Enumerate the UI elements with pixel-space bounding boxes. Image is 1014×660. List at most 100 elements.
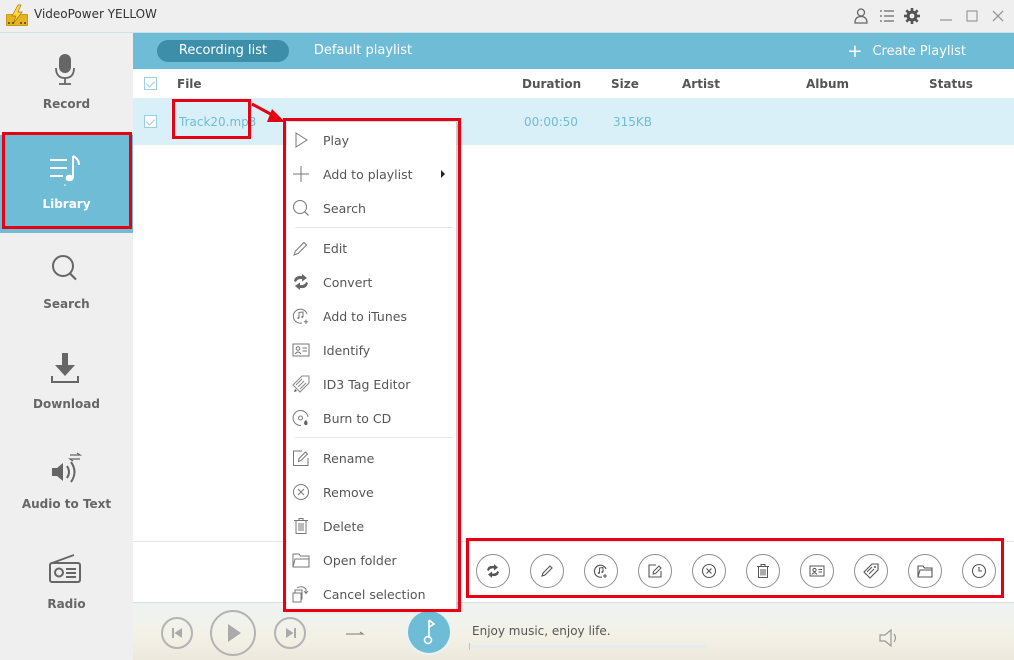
radio-icon <box>49 554 81 583</box>
menu-item-search[interactable]: Search <box>287 191 457 225</box>
column-header-album[interactable]: Album <box>806 77 849 91</box>
edit-button[interactable] <box>530 554 564 588</box>
menu-item-open-folder[interactable]: Open folder <box>287 543 457 577</box>
trash-icon <box>757 564 769 578</box>
menu-item-id3-tag-editor[interactable]: ID3 Tag Editor <box>287 367 457 401</box>
user-icon[interactable] <box>852 7 870 25</box>
identify-button[interactable] <box>800 554 834 588</box>
previous-track-button[interactable] <box>161 617 193 649</box>
menu-item-label: Open folder <box>323 553 397 568</box>
rename-button[interactable] <box>638 554 672 588</box>
microphone-icon <box>55 54 75 85</box>
menu-item-remove[interactable]: Remove <box>287 475 457 509</box>
column-header-artist[interactable]: Artist <box>682 77 720 91</box>
pencil-icon <box>293 241 308 256</box>
sidebar-item-search[interactable]: Search <box>0 235 133 333</box>
file-name[interactable]: Track20.mp3 <box>179 115 256 129</box>
itunes-icon <box>593 564 607 578</box>
player-tagline: Enjoy music, enjoy life. <box>472 624 611 638</box>
sidebar-item-radio[interactable]: Radio <box>0 535 133 633</box>
menu-item-label: Delete <box>323 519 365 534</box>
file-size: 315KB <box>613 115 653 129</box>
column-header-size[interactable]: Size <box>611 77 639 91</box>
sidebar-item-download[interactable]: Download <box>0 335 133 433</box>
sidebar-item-record[interactable]: Record <box>0 35 133 133</box>
select-all-checkbox[interactable] <box>144 77 157 90</box>
maximize-icon[interactable] <box>963 7 981 25</box>
menu-item-cancel-selection[interactable]: Cancel selection <box>287 577 457 611</box>
playback-progress-bar[interactable] <box>469 643 707 650</box>
search-icon <box>52 255 77 281</box>
volume-icon[interactable] <box>878 629 902 647</box>
burn-cd-icon <box>292 410 309 427</box>
id3-tag-editor-button[interactable] <box>854 554 888 588</box>
sidebar-item-label: Download <box>33 397 100 411</box>
sidebar-item-label: Library <box>42 197 91 211</box>
minimize-icon[interactable] <box>937 7 955 25</box>
remove-icon <box>293 484 309 500</box>
sidebar-item-label: Search <box>43 297 90 311</box>
menu-item-label: Add to iTunes <box>323 309 407 324</box>
column-header-file[interactable]: File <box>177 77 202 91</box>
tab-default-playlist[interactable]: Default playlist <box>303 40 423 62</box>
folder-icon <box>292 553 310 568</box>
menu-item-identify[interactable]: Identify <box>287 333 457 367</box>
pencil-icon <box>541 565 553 577</box>
play-button[interactable] <box>210 610 256 656</box>
menu-item-label: Burn to CD <box>323 411 392 426</box>
sidebar-item-library[interactable]: Library <box>0 135 133 233</box>
next-track-button[interactable] <box>274 617 306 649</box>
clock-icon <box>971 563 987 579</box>
menu-item-rename[interactable]: Rename <box>287 441 457 475</box>
player-bar: Enjoy music, enjoy life. <box>133 602 1014 660</box>
delete-button[interactable] <box>746 554 780 588</box>
menu-item-label: Identify <box>323 343 371 358</box>
id-card-icon <box>809 565 825 577</box>
context-menu: Play Add to playlist Search Edit Convert… <box>287 122 457 609</box>
open-folder-button[interactable] <box>908 554 942 588</box>
sidebar: Record Library Search Download Audio to … <box>0 33 133 660</box>
close-icon[interactable] <box>989 7 1007 25</box>
menu-separator <box>295 227 453 228</box>
table-header: File Duration Size Artist Album Status <box>133 69 1014 98</box>
menu-item-label: Rename <box>323 451 375 466</box>
itunes-icon <box>292 308 309 324</box>
menu-item-add-to-itunes[interactable]: Add to iTunes <box>287 299 457 333</box>
gear-icon[interactable] <box>903 7 921 25</box>
menu-item-edit[interactable]: Edit <box>287 231 457 265</box>
menu-item-convert[interactable]: Convert <box>287 265 457 299</box>
schedule-button[interactable] <box>962 554 996 588</box>
remove-button[interactable] <box>692 554 726 588</box>
playlist-tab-bar: Recording list Default playlist + Create … <box>133 33 1014 69</box>
table-row[interactable]: Track20.mp3 00:00:50 315KB <box>133 98 1014 145</box>
file-duration: 00:00:50 <box>524 115 578 129</box>
tab-recording-list[interactable]: Recording list <box>157 40 289 62</box>
menu-item-delete[interactable]: Delete <box>287 509 457 543</box>
plus-icon <box>293 166 309 182</box>
menu-item-label: Remove <box>323 485 374 500</box>
sidebar-item-label: Radio <box>47 597 86 611</box>
row-checkbox[interactable] <box>144 115 157 128</box>
menu-list-icon[interactable] <box>878 7 896 25</box>
music-note-icon <box>423 619 436 645</box>
menu-item-label: Play <box>323 133 350 148</box>
progress-handle[interactable] <box>469 643 470 650</box>
add-to-itunes-button[interactable] <box>584 554 618 588</box>
menu-item-burn-to-cd[interactable]: Burn to CD <box>287 401 457 435</box>
music-list-icon <box>50 155 80 186</box>
album-art[interactable] <box>408 611 450 653</box>
convert-button[interactable] <box>476 554 510 588</box>
create-playlist-button[interactable]: + Create Playlist <box>847 41 966 62</box>
column-header-status[interactable]: Status <box>929 77 973 91</box>
convert-icon <box>294 274 308 290</box>
play-order-icon[interactable] <box>345 629 365 637</box>
remove-icon <box>701 563 717 579</box>
sidebar-item-label: Record <box>42 97 91 111</box>
play-icon <box>295 132 308 148</box>
menu-item-add-to-playlist[interactable]: Add to playlist <box>287 157 457 191</box>
sidebar-item-label: Audio to Text <box>21 497 112 511</box>
sidebar-item-audio-to-text[interactable]: Audio to Text <box>0 435 133 533</box>
app-title: VideoPower YELLOW <box>34 7 157 21</box>
column-header-duration[interactable]: Duration <box>522 77 581 91</box>
menu-item-play[interactable]: Play <box>287 123 457 157</box>
